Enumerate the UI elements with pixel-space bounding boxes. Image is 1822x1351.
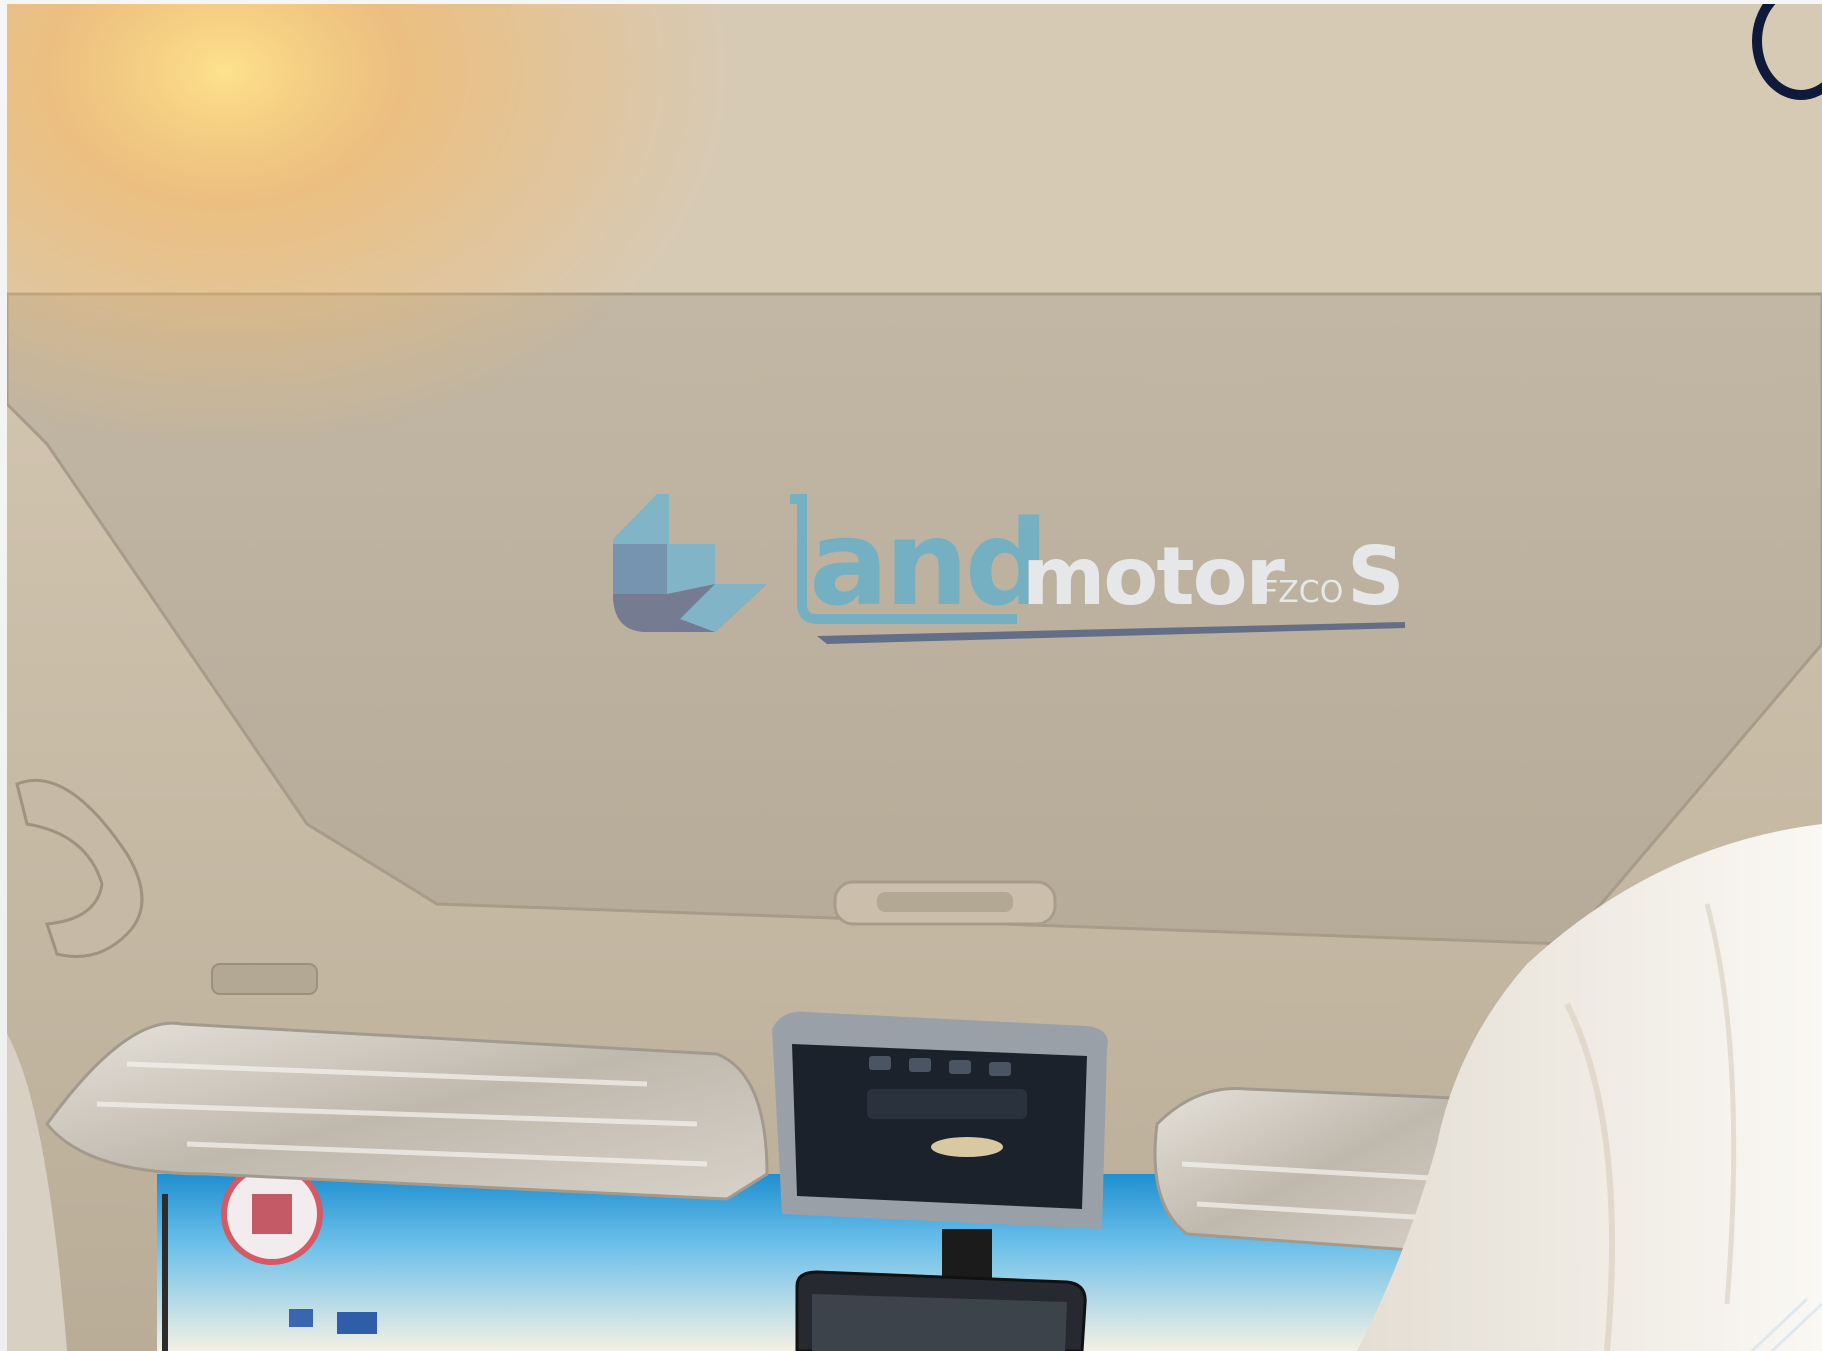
svg-text:and: and (809, 494, 1045, 632)
svg-text:motor: motor (1022, 530, 1286, 623)
photo-illustration: and motor FZCO S (7, 4, 1822, 1351)
left-border (0, 0, 7, 1351)
svg-text:S: S (1347, 530, 1405, 623)
vehicle-interior-photo: and motor FZCO S (7, 4, 1822, 1351)
svg-text:FZCO: FZCO (1261, 575, 1343, 610)
sun-flare (7, 4, 1822, 1351)
image-viewer: and motor FZCO S (0, 0, 1822, 1351)
